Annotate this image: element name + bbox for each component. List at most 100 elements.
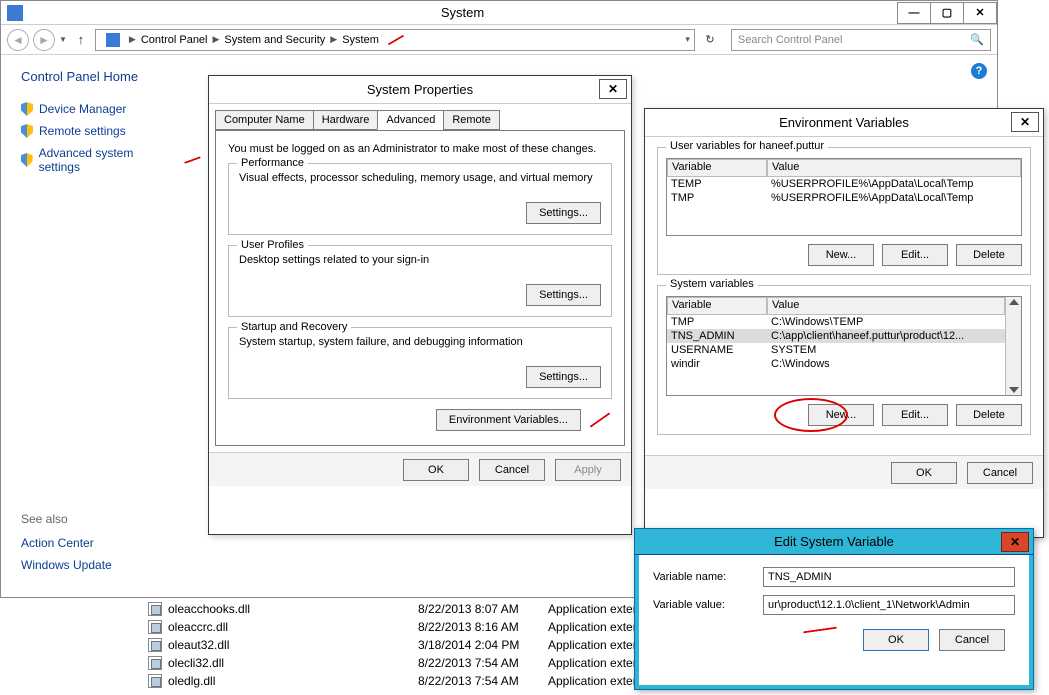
dll-icon bbox=[148, 674, 162, 688]
scrollbar[interactable] bbox=[1005, 297, 1021, 395]
ok-button[interactable]: OK bbox=[863, 629, 929, 651]
dll-icon bbox=[148, 602, 162, 616]
user-edit-button[interactable]: Edit... bbox=[882, 244, 948, 266]
maximize-button[interactable]: ▢ bbox=[930, 2, 964, 24]
computer-icon bbox=[106, 33, 120, 47]
user-delete-button[interactable]: Delete bbox=[956, 244, 1022, 266]
annotation-mark bbox=[590, 412, 611, 427]
file-row[interactable]: oleaccrc.dll8/22/2013 8:16 AMApplication… bbox=[148, 618, 707, 636]
system-variables-group: System variables Variable Value TMPC:\Wi… bbox=[657, 285, 1031, 435]
user-profiles-desc: Desktop settings related to your sign-in bbox=[239, 254, 601, 266]
performance-group: Performance Visual effects, processor sc… bbox=[228, 163, 612, 235]
variable-value-label: Variable value: bbox=[653, 599, 753, 611]
performance-desc: Visual effects, processor scheduling, me… bbox=[239, 172, 601, 184]
file-row[interactable]: oleacchooks.dll8/22/2013 8:07 AMApplicat… bbox=[148, 600, 707, 618]
ok-button[interactable]: OK bbox=[891, 462, 957, 484]
nav-device-manager[interactable]: Device Manager bbox=[21, 102, 201, 116]
apply-button[interactable]: Apply bbox=[555, 459, 621, 481]
breadcrumb[interactable]: ▶ Control Panel ▶ System and Security ▶ … bbox=[95, 29, 695, 51]
ok-button[interactable]: OK bbox=[403, 459, 469, 481]
annotation-mark bbox=[388, 34, 405, 45]
window-title: System bbox=[27, 5, 898, 20]
performance-settings-button[interactable]: Settings... bbox=[526, 202, 601, 224]
annotation-mark bbox=[184, 156, 201, 164]
chevron-right-icon: ▶ bbox=[327, 34, 340, 45]
dialog-button-row: OK Cancel Apply bbox=[209, 452, 631, 486]
cancel-button[interactable]: Cancel bbox=[939, 629, 1005, 651]
tab-hardware[interactable]: Hardware bbox=[313, 110, 379, 130]
dialog-title: Environment Variables bbox=[779, 115, 909, 130]
tab-remote[interactable]: Remote bbox=[443, 110, 500, 130]
dll-icon bbox=[148, 638, 162, 652]
environment-variables-button[interactable]: Environment Variables... bbox=[436, 409, 581, 431]
table-row[interactable]: TMPC:\Windows\TEMP bbox=[667, 315, 1005, 329]
file-row[interactable]: olecli32.dll8/22/2013 7:54 AMApplication… bbox=[148, 654, 707, 672]
table-row[interactable]: TEMP%USERPROFILE%\AppData\Local\Temp bbox=[667, 177, 1021, 191]
nav-remote-settings[interactable]: Remote settings bbox=[21, 124, 201, 138]
see-also: See also Action Center Windows Update bbox=[21, 512, 112, 580]
dialog-button-row: OK Cancel bbox=[645, 455, 1043, 489]
dll-icon bbox=[148, 656, 162, 670]
file-row[interactable]: oleaut32.dll3/18/2014 2:04 PMApplication… bbox=[148, 636, 707, 654]
nav-advanced-system-settings[interactable]: Advanced system settings bbox=[21, 146, 201, 174]
system-titlebar[interactable]: System — ▢ ✕ bbox=[1, 1, 997, 25]
control-panel-home-link[interactable]: Control Panel Home bbox=[21, 69, 201, 84]
search-input[interactable]: Search Control Panel 🔍 bbox=[731, 29, 991, 51]
table-row[interactable]: windirC:\Windows bbox=[667, 357, 1005, 371]
tab-computer-name[interactable]: Computer Name bbox=[215, 110, 314, 130]
see-also-windows-update[interactable]: Windows Update bbox=[21, 558, 112, 572]
tab-body: You must be logged on as an Administrato… bbox=[215, 130, 625, 446]
dropdown-icon[interactable]: ▾ bbox=[685, 34, 690, 45]
file-row[interactable]: oledlg.dll8/22/2013 7:54 AMApplication e… bbox=[148, 672, 707, 690]
tab-advanced[interactable]: Advanced bbox=[377, 110, 444, 130]
close-button[interactable]: ✕ bbox=[963, 2, 997, 24]
close-button[interactable]: ✕ bbox=[1011, 112, 1039, 132]
dialog-titlebar[interactable]: Environment Variables ✕ bbox=[645, 109, 1043, 137]
shield-icon bbox=[21, 124, 33, 138]
history-dropdown-icon[interactable]: ▼ bbox=[59, 35, 67, 44]
user-profiles-settings-button[interactable]: Settings... bbox=[526, 284, 601, 306]
refresh-button[interactable]: ↻ bbox=[699, 33, 721, 46]
system-new-button[interactable]: New... bbox=[808, 404, 874, 426]
close-button[interactable]: ✕ bbox=[1001, 532, 1029, 552]
close-button[interactable]: ✕ bbox=[599, 79, 627, 99]
system-variables-table[interactable]: Variable Value TMPC:\Windows\TEMP TNS_AD… bbox=[666, 296, 1022, 396]
breadcrumb-segment[interactable]: Control Panel bbox=[141, 34, 208, 46]
variable-value-input[interactable]: ur\product\12.1.0\client_1\Network\Admin bbox=[763, 595, 1015, 615]
chevron-right-icon: ▶ bbox=[126, 34, 139, 45]
column-variable[interactable]: Variable bbox=[667, 159, 767, 177]
cancel-button[interactable]: Cancel bbox=[967, 462, 1033, 484]
dll-icon bbox=[148, 620, 162, 634]
variable-name-label: Variable name: bbox=[653, 571, 753, 583]
startup-recovery-desc: System startup, system failure, and debu… bbox=[239, 336, 601, 348]
dialog-titlebar[interactable]: System Properties ✕ bbox=[209, 76, 631, 104]
back-button[interactable]: ◄ bbox=[7, 29, 29, 51]
breadcrumb-segment[interactable]: System and Security bbox=[224, 34, 325, 46]
forward-button[interactable]: ► bbox=[33, 29, 55, 51]
dialog-title: System Properties bbox=[367, 82, 473, 97]
system-edit-button[interactable]: Edit... bbox=[882, 404, 948, 426]
see-also-action-center[interactable]: Action Center bbox=[21, 536, 112, 550]
column-value[interactable]: Value bbox=[767, 297, 1005, 315]
cancel-button[interactable]: Cancel bbox=[479, 459, 545, 481]
file-list: oleacchooks.dll8/22/2013 8:07 AMApplicat… bbox=[148, 600, 707, 690]
user-variables-group: User variables for haneef.puttur Variabl… bbox=[657, 147, 1031, 275]
column-value[interactable]: Value bbox=[767, 159, 1021, 177]
variable-name-input[interactable]: TNS_ADMIN bbox=[763, 567, 1015, 587]
user-variables-table[interactable]: Variable Value TEMP%USERPROFILE%\AppData… bbox=[666, 158, 1022, 236]
shield-icon bbox=[21, 153, 33, 167]
table-row[interactable]: TMP%USERPROFILE%\AppData\Local\Temp bbox=[667, 191, 1021, 205]
breadcrumb-segment[interactable]: System bbox=[342, 34, 379, 46]
minimize-button[interactable]: — bbox=[897, 2, 931, 24]
dialog-title: Edit System Variable bbox=[774, 534, 894, 549]
up-button[interactable]: ↑ bbox=[71, 32, 91, 47]
help-icon[interactable]: ? bbox=[971, 63, 987, 79]
system-delete-button[interactable]: Delete bbox=[956, 404, 1022, 426]
column-variable[interactable]: Variable bbox=[667, 297, 767, 315]
system-icon bbox=[7, 5, 23, 21]
user-new-button[interactable]: New... bbox=[808, 244, 874, 266]
844[interactable]: TNS_ADMINC:\app\client\haneef.puttur\pro… bbox=[667, 329, 1005, 343]
dialog-titlebar[interactable]: Edit System Variable ✕ bbox=[635, 529, 1033, 555]
startup-settings-button[interactable]: Settings... bbox=[526, 366, 601, 388]
table-row[interactable]: USERNAMESYSTEM bbox=[667, 343, 1005, 357]
